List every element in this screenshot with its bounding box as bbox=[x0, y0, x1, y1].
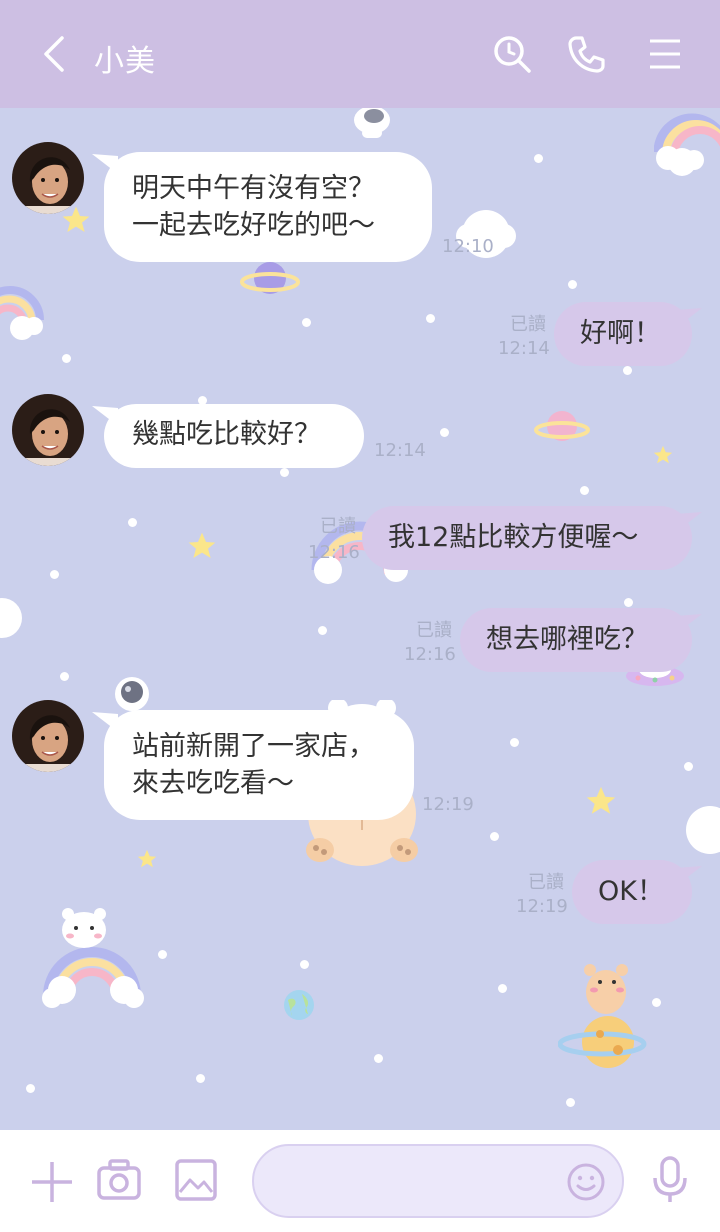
star-dot bbox=[490, 832, 499, 841]
message-text: 好啊！ bbox=[580, 318, 661, 349]
bear-planet-icon bbox=[558, 964, 647, 1068]
cloud-icon bbox=[0, 598, 22, 638]
menu-icon[interactable] bbox=[648, 38, 682, 70]
incoming-message[interactable]: 明天中午有沒有空？ 一起去吃好吃的吧～ bbox=[104, 152, 432, 262]
read-receipt: 已讀 bbox=[320, 516, 356, 537]
message-time: 12:14 bbox=[498, 338, 550, 359]
message-line: 幾點吃比較好？ bbox=[132, 419, 321, 450]
incoming-message[interactable]: 站前新開了一家店， 來去吃吃看～ bbox=[104, 710, 414, 820]
star-dot bbox=[440, 428, 449, 437]
microphone-icon[interactable] bbox=[652, 1156, 688, 1204]
star-dot bbox=[426, 314, 435, 323]
outgoing-message[interactable]: 好啊！ bbox=[554, 302, 692, 366]
star-dot bbox=[302, 318, 311, 327]
message-line: 明天中午有沒有空？ bbox=[132, 173, 375, 204]
cloud-icon bbox=[686, 806, 720, 854]
message-line: 站前新開了一家店， bbox=[132, 731, 375, 762]
planet-icon bbox=[240, 262, 300, 294]
planet-icon bbox=[534, 411, 590, 441]
yellow-star-icon bbox=[188, 532, 216, 558]
emoji-icon[interactable] bbox=[566, 1162, 606, 1202]
rainbow-icon bbox=[654, 113, 720, 176]
star-dot bbox=[158, 950, 167, 959]
yellow-star-icon bbox=[586, 786, 616, 814]
message-input[interactable] bbox=[252, 1144, 624, 1218]
message-line: 來去吃吃看～ bbox=[132, 768, 294, 799]
star-dot bbox=[50, 570, 59, 579]
bubble-tail bbox=[676, 866, 702, 886]
star-dot bbox=[534, 154, 543, 163]
message-time: 12:16 bbox=[308, 542, 360, 563]
read-receipt: 已讀 bbox=[528, 872, 564, 893]
rainbow-icon bbox=[0, 286, 44, 340]
star-dot bbox=[652, 998, 661, 1007]
star-dot bbox=[568, 280, 577, 289]
star-dot bbox=[128, 518, 137, 527]
star-dot bbox=[580, 486, 589, 495]
outgoing-message[interactable]: 我12點比較方便喔～ bbox=[362, 506, 692, 570]
yellow-star-icon bbox=[653, 445, 673, 464]
star-dot bbox=[62, 354, 71, 363]
star-dot bbox=[623, 366, 632, 375]
star-dot bbox=[300, 960, 309, 969]
message-text: 我12點比較方便喔～ bbox=[388, 522, 639, 553]
contact-avatar[interactable] bbox=[12, 394, 84, 466]
chat-title[interactable]: 小美 bbox=[94, 36, 156, 80]
contact-avatar[interactable] bbox=[12, 142, 84, 214]
chat-area[interactable]: 明天中午有沒有空？ 一起去吃好吃的吧～ 12:10 已讀 12:14 好啊！ 幾… bbox=[0, 108, 720, 1130]
message-line: 一起去吃好吃的吧～ bbox=[132, 210, 375, 241]
bubble-tail bbox=[676, 512, 702, 532]
star-dot bbox=[26, 1084, 35, 1093]
message-time: 12:14 bbox=[374, 440, 426, 461]
star-dot bbox=[60, 672, 69, 681]
input-toolbar bbox=[0, 1130, 720, 1232]
search-icon[interactable] bbox=[492, 34, 532, 74]
chat-header: 小美 bbox=[0, 0, 720, 108]
outgoing-message[interactable]: 想去哪裡吃？ bbox=[460, 608, 692, 672]
image-icon[interactable] bbox=[174, 1158, 218, 1202]
star-dot bbox=[280, 468, 289, 477]
message-time: 12:19 bbox=[422, 794, 474, 815]
read-receipt: 已讀 bbox=[416, 620, 452, 641]
star-dot bbox=[196, 1074, 205, 1083]
message-text: OK！ bbox=[598, 876, 664, 907]
bubble-tail bbox=[676, 614, 702, 634]
phone-icon[interactable] bbox=[566, 34, 606, 74]
bear-rainbow-icon bbox=[42, 908, 144, 1008]
incoming-message[interactable]: 幾點吃比較好？ bbox=[104, 404, 364, 468]
plus-icon[interactable] bbox=[30, 1160, 74, 1204]
planet-icon bbox=[284, 990, 314, 1020]
yellow-star-icon bbox=[137, 849, 157, 868]
message-time: 12:16 bbox=[404, 644, 456, 665]
message-time: 12:10 bbox=[442, 236, 494, 257]
star-dot bbox=[624, 598, 633, 607]
outgoing-message[interactable]: OK！ bbox=[572, 860, 692, 924]
star-dot bbox=[374, 1054, 383, 1063]
message-text: 想去哪裡吃？ bbox=[486, 624, 648, 655]
star-dot bbox=[684, 762, 693, 771]
bubble-tail bbox=[676, 308, 702, 328]
star-dot bbox=[510, 738, 519, 747]
camera-icon[interactable] bbox=[96, 1158, 142, 1202]
star-dot bbox=[318, 626, 327, 635]
star-dot bbox=[498, 984, 507, 993]
back-arrow-icon[interactable] bbox=[36, 34, 70, 74]
astronaut-icon bbox=[354, 108, 390, 138]
read-receipt: 已讀 bbox=[510, 314, 546, 335]
message-time: 12:19 bbox=[516, 896, 568, 917]
contact-avatar[interactable] bbox=[12, 700, 84, 772]
star-dot bbox=[566, 1098, 575, 1107]
